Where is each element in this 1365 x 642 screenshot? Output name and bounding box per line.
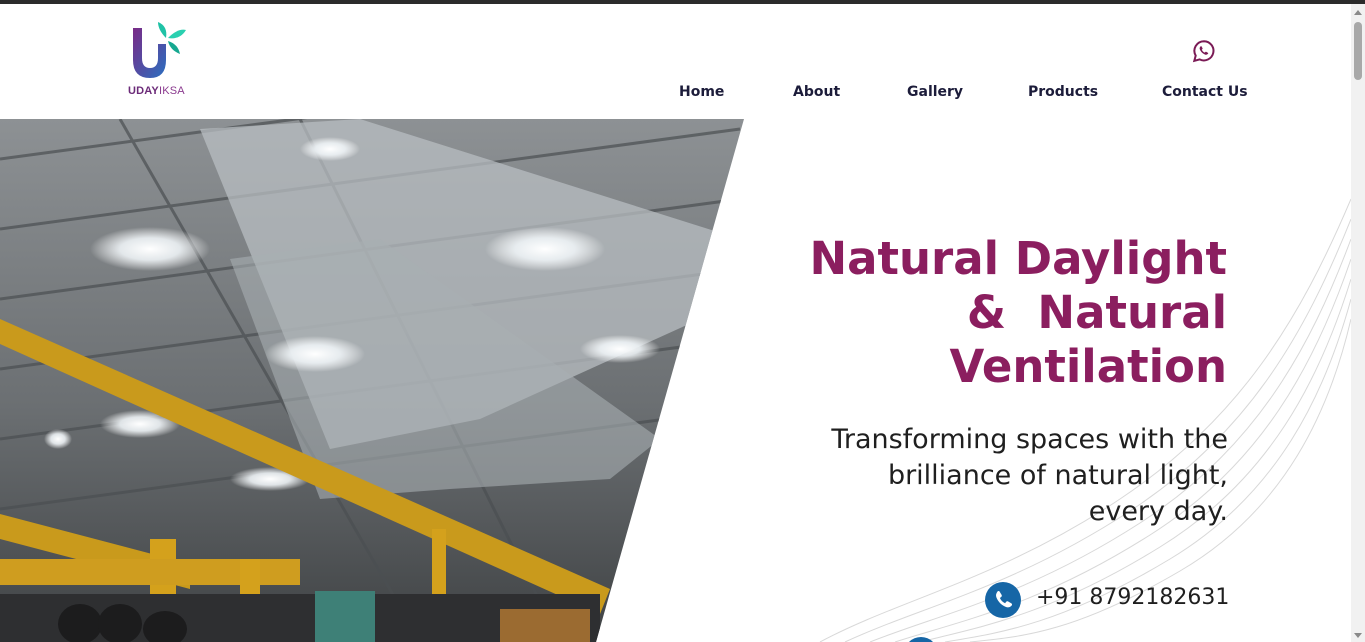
scroll-thumb[interactable] bbox=[1354, 22, 1362, 80]
hero-subtitle-line: brilliance of natural light, bbox=[887, 460, 1228, 491]
hero-subtitle-line: every day. bbox=[1088, 496, 1228, 527]
nav-home[interactable]: Home bbox=[679, 84, 724, 100]
hero-title-line: Ventilation bbox=[949, 340, 1227, 393]
nav-gallery[interactable]: Gallery bbox=[907, 84, 963, 100]
site-header: UDAYIKSA Home About Gallery Products Con… bbox=[0, 4, 1351, 119]
nav-contact-us[interactable]: Contact Us bbox=[1162, 84, 1248, 100]
scroll-down-arrow-icon[interactable] bbox=[1354, 633, 1362, 638]
logo[interactable]: UDAYIKSA bbox=[128, 22, 192, 102]
phone-icon[interactable] bbox=[985, 582, 1021, 618]
phone-number-link[interactable]: +91 8792182631 bbox=[1036, 585, 1229, 610]
hero-subtitle-line: Transforming spaces with the bbox=[831, 424, 1228, 455]
logo-text-bold: UDAY bbox=[128, 85, 159, 97]
logo-text: UDAYIKSA bbox=[128, 85, 185, 97]
hero-title-line: Natural Daylight bbox=[809, 232, 1227, 285]
page: UDAYIKSA Home About Gallery Products Con… bbox=[0, 4, 1351, 642]
hero-section: Natural Daylight & Natural Ventilation T… bbox=[0, 119, 1351, 642]
nav-about[interactable]: About bbox=[793, 84, 840, 100]
logo-text-light: IKSA bbox=[158, 85, 185, 97]
logo-mark-icon bbox=[133, 22, 186, 78]
hero-subtitle: Transforming spaces with the brilliance … bbox=[831, 422, 1228, 530]
hero-title: Natural Daylight & Natural Ventilation bbox=[809, 232, 1227, 394]
hero-title-line: & Natural bbox=[966, 286, 1227, 339]
whatsapp-icon[interactable] bbox=[1192, 39, 1216, 63]
page-scrollbar[interactable] bbox=[1351, 4, 1365, 642]
scroll-up-arrow-icon[interactable] bbox=[1354, 10, 1362, 15]
nav-products[interactable]: Products bbox=[1028, 84, 1098, 100]
phone-handset-icon bbox=[996, 591, 1013, 608]
